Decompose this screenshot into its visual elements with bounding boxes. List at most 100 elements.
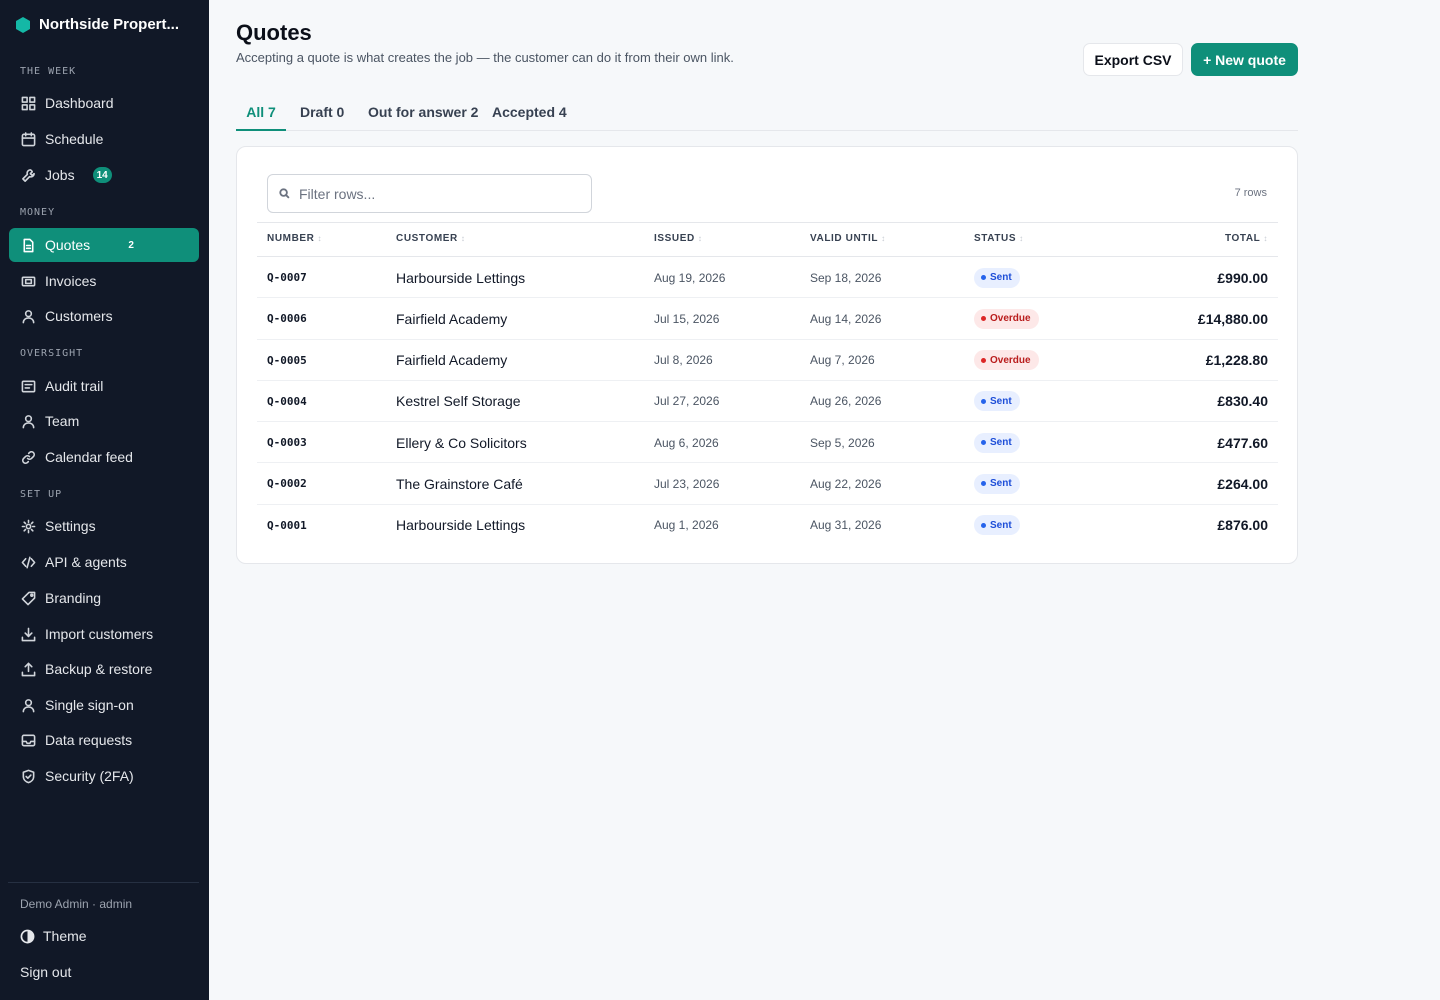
valid-until-date: Sep 5, 2026 xyxy=(810,435,875,450)
jobs-count-badge: 14 xyxy=(92,167,112,183)
brand[interactable]: Northside Propert... xyxy=(16,16,179,33)
quote-number[interactable]: Q-0002 xyxy=(267,463,307,504)
sidebar-item-label: Settings xyxy=(45,518,96,534)
valid-until-date: Aug 14, 2026 xyxy=(810,311,882,326)
status-badge: Sent xyxy=(974,515,1020,536)
sidebar-item-label: Calendar feed xyxy=(45,449,133,465)
sidebar-item-import-customers[interactable]: Import customers xyxy=(9,617,199,651)
tab-draft[interactable]: Draft 0 xyxy=(300,96,344,131)
sidebar-item-branding[interactable]: Branding xyxy=(9,581,199,615)
valid-until-date: Aug 26, 2026 xyxy=(810,394,882,409)
sidebar-item-label: Invoices xyxy=(45,273,97,289)
link-icon xyxy=(20,449,36,465)
sidebar-item-label: Dashboard xyxy=(45,95,114,111)
sidebar-item-team[interactable]: Team xyxy=(9,404,199,438)
valid-until-date: Aug 7, 2026 xyxy=(810,353,875,368)
quote-number[interactable]: Q-0001 xyxy=(267,505,307,546)
status-label: Overdue xyxy=(990,313,1031,325)
table-row[interactable]: Q-0005 Fairfield Academy Jul 8, 2026 Aug 7,… xyxy=(257,340,1278,381)
sidebar-item-label: Schedule xyxy=(45,131,104,147)
table-row[interactable]: Q-0003 Ellery & Co Solicitors Aug 6, 2026 S… xyxy=(257,422,1278,464)
sidebar-item-settings[interactable]: Settings xyxy=(9,509,199,543)
sidebar-item-backup-restore[interactable]: Backup & restore xyxy=(9,652,199,686)
quote-number[interactable]: Q-0004 xyxy=(267,381,307,422)
sidebar-item-single-sign-on[interactable]: Single sign-on xyxy=(9,688,199,722)
nav-section-title: MONEY xyxy=(20,207,56,218)
status-label: Sent xyxy=(990,519,1012,531)
sort-icon: ↕ xyxy=(1019,234,1024,243)
table-row[interactable]: Q-0006 Fairfield Academy Jul 15, 2026 Aug 1… xyxy=(257,298,1278,340)
sign-out-link[interactable]: Sign out xyxy=(20,964,71,980)
quote-total: £830.40 xyxy=(1217,393,1268,410)
table-row[interactable]: Q-0002 The Grainstore Café Jul 23, 2026 Aug… xyxy=(257,463,1278,505)
page-title: Quotes xyxy=(236,20,312,45)
status-label: Sent xyxy=(990,478,1012,490)
quote-number[interactable]: Q-0005 xyxy=(267,340,307,381)
table-row[interactable]: Q-0007 Harbourside Lettings Aug 19, 2026 Se… xyxy=(257,257,1278,299)
column-header-number[interactable]: NUMBER ↕ xyxy=(267,233,322,244)
quote-number[interactable]: Q-0003 xyxy=(267,422,307,463)
table-row[interactable]: Q-0001 Harbourside Lettings Aug 1, 2026 Aug… xyxy=(257,505,1278,546)
customer-name: Ellery & Co Solicitors xyxy=(396,434,527,451)
user-icon xyxy=(20,697,36,713)
sort-icon: ↕ xyxy=(881,234,886,243)
table-row[interactable]: Q-0004 Kestrel Self Storage Jul 27, 2026 Au… xyxy=(257,381,1278,423)
filter-input[interactable] xyxy=(299,185,579,202)
quote-number[interactable]: Q-0006 xyxy=(267,298,307,339)
document-icon xyxy=(20,237,36,253)
sidebar: Northside Propert... THE WEEK Dashboard … xyxy=(0,0,209,1000)
shield-icon xyxy=(20,768,36,784)
search-icon xyxy=(279,188,290,199)
nav-section-title: OVERSIGHT xyxy=(20,348,84,359)
tab-accepted[interactable]: Accepted 4 xyxy=(492,96,567,131)
sidebar-item-security-2fa[interactable]: Security (2FA) xyxy=(9,759,199,793)
calendar-icon xyxy=(20,131,36,147)
issued-date: Jul 15, 2026 xyxy=(654,311,720,326)
status-label: Sent xyxy=(990,272,1012,283)
wrench-icon xyxy=(20,167,36,183)
filter-box[interactable] xyxy=(267,174,592,213)
theme-toggle[interactable]: Theme xyxy=(20,928,87,944)
quotes-card: 7 rows NUMBER↕ CUSTOMER↕ ISSUED↕ VALID U… xyxy=(236,146,1298,564)
dashboard-icon xyxy=(20,95,36,111)
status-cell: Sent xyxy=(974,463,1020,504)
quote-number[interactable]: Q-0007 xyxy=(267,257,307,298)
tab-out-for-answer[interactable]: Out for answer 2 xyxy=(368,96,478,131)
sidebar-item-dashboard[interactable]: Dashboard xyxy=(9,86,199,120)
status-badge: Sent xyxy=(974,473,1020,494)
column-header-status[interactable]: STATUS ↕ xyxy=(974,233,1024,244)
column-header-issued[interactable]: ISSUED ↕ xyxy=(654,233,702,244)
customer-name: Fairfield Academy xyxy=(396,310,508,327)
sidebar-item-data-requests[interactable]: Data requests xyxy=(9,723,199,757)
sidebar-item-invoices[interactable]: Invoices xyxy=(9,264,199,298)
new-quote-button[interactable]: + New quote xyxy=(1191,43,1298,76)
sidebar-item-label: API & agents xyxy=(45,554,127,570)
sidebar-item-label: Data requests xyxy=(45,732,133,748)
user-icon xyxy=(20,413,36,429)
sidebar-item-quotes[interactable]: Quotes 2 xyxy=(9,228,199,262)
sidebar-item-audit-trail[interactable]: Audit trail xyxy=(9,369,199,403)
sidebar-item-label: Jobs xyxy=(45,167,75,183)
column-header-valid-until[interactable]: VALID UNTIL ↕ xyxy=(810,233,886,244)
sidebar-item-calendar-feed[interactable]: Calendar feed xyxy=(9,440,199,474)
status-label: Sent xyxy=(990,395,1012,407)
theme-label: Theme xyxy=(43,928,87,944)
sidebar-item-jobs[interactable]: Jobs 14 xyxy=(9,158,199,192)
status-dot-icon xyxy=(981,481,986,487)
sidebar-item-api-agents[interactable]: API & agents xyxy=(9,545,199,579)
tab-all[interactable]: All 7 xyxy=(236,96,286,131)
column-header-customer[interactable]: CUSTOMER ↕ xyxy=(396,233,465,244)
tag-icon xyxy=(20,590,36,606)
export-csv-button[interactable]: Export CSV xyxy=(1083,43,1183,76)
status-cell: Overdue xyxy=(974,298,1039,339)
sidebar-item-schedule[interactable]: Schedule xyxy=(9,122,199,156)
sidebar-item-customers[interactable]: Customers xyxy=(9,299,199,333)
issued-date: Aug 6, 2026 xyxy=(654,435,719,450)
column-header-total[interactable]: TOTAL ↕ xyxy=(1225,233,1268,244)
issued-date: Jul 27, 2026 xyxy=(654,394,720,409)
status-dot-icon xyxy=(981,316,986,322)
status-cell: Sent xyxy=(974,381,1020,422)
table-body: Q-0007 Harbourside Lettings Aug 19, 2026 Se… xyxy=(257,257,1278,546)
customer-name: Harbourside Lettings xyxy=(396,269,526,286)
list-icon xyxy=(20,378,36,394)
